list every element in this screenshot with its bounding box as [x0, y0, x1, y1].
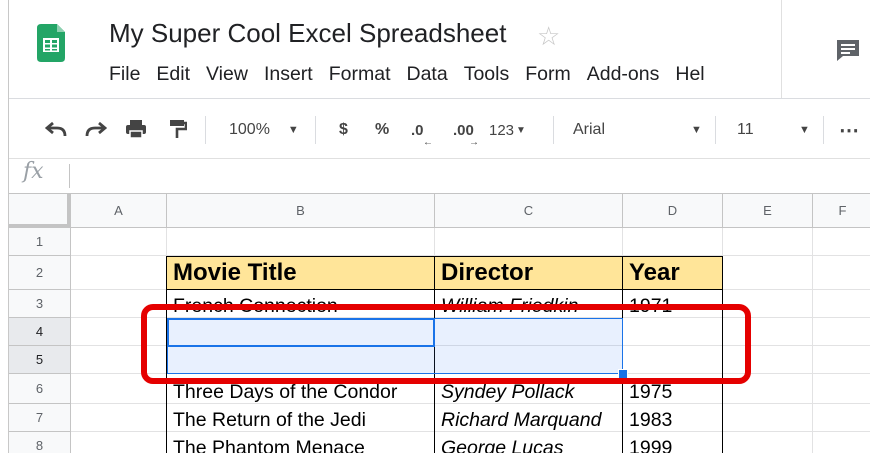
- redo-icon[interactable]: [85, 120, 107, 138]
- more-label: ⋯: [839, 119, 859, 142]
- menu-insert[interactable]: Insert: [264, 63, 313, 86]
- star-icon[interactable]: ☆: [537, 21, 560, 52]
- decrease-decimal-label: .0: [411, 121, 424, 139]
- table-header-cell[interactable]: Director: [434, 256, 623, 290]
- font-label: Arial: [573, 121, 606, 138]
- column-header-e[interactable]: E: [723, 194, 813, 228]
- chevron-down-icon[interactable]: ▼: [799, 112, 810, 148]
- row-header-6[interactable]: 6: [9, 374, 71, 404]
- column-header-c[interactable]: C: [435, 194, 623, 228]
- menu-format[interactable]: Format: [329, 63, 391, 86]
- format-currency-button[interactable]: $: [339, 112, 348, 148]
- currency-label: $: [339, 121, 348, 138]
- table-header-cell[interactable]: Year: [622, 256, 723, 290]
- table-header-cell[interactable]: Movie Title: [166, 256, 435, 290]
- menu-file[interactable]: File: [109, 63, 140, 86]
- number-format-select[interactable]: 123 ▼: [489, 112, 526, 148]
- font-size-select[interactable]: 11: [737, 112, 754, 148]
- row-header-3[interactable]: 3: [9, 290, 71, 318]
- toolbar-separator: [315, 116, 316, 144]
- row-header-2[interactable]: 2: [9, 256, 71, 290]
- highlight-annotation: [141, 304, 751, 384]
- toolbar-separator: [823, 116, 824, 144]
- formula-input[interactable]: [79, 163, 859, 189]
- arrow-left-icon: ←: [423, 137, 433, 148]
- table-cell[interactable]: 1999: [623, 432, 722, 453]
- toolbar-divider: [9, 158, 870, 159]
- chevron-down-icon[interactable]: ▼: [691, 112, 702, 148]
- grid-line: [812, 228, 813, 453]
- column-header-a[interactable]: A: [71, 194, 167, 228]
- menu-edit[interactable]: Edit: [156, 63, 190, 86]
- menu-addons[interactable]: Add-ons: [587, 63, 660, 86]
- comment-icon[interactable]: [835, 38, 861, 62]
- row-header-5[interactable]: 5: [9, 346, 71, 374]
- header-divider: [9, 98, 870, 99]
- zoom-value: 100%: [229, 121, 270, 138]
- menu-view[interactable]: View: [206, 63, 248, 86]
- more-icon[interactable]: ⋯: [839, 112, 859, 148]
- menu-tools[interactable]: Tools: [464, 63, 510, 86]
- undo-icon[interactable]: [45, 120, 67, 138]
- menu-data[interactable]: Data: [407, 63, 448, 86]
- paint-format-icon[interactable]: [167, 118, 187, 140]
- column-header-b[interactable]: B: [167, 194, 435, 228]
- row-header-8[interactable]: 8: [9, 432, 71, 453]
- menu-bar: File Edit View Insert Format Data Tools …: [109, 63, 721, 86]
- sheets-window: My Super Cool Excel Spreadsheet ☆ File E…: [8, 0, 870, 453]
- arrow-right-icon: →: [469, 137, 479, 148]
- fx-icon: fx: [23, 159, 44, 184]
- print-icon[interactable]: [125, 118, 147, 140]
- menu-help[interactable]: Hel: [675, 63, 704, 86]
- toolbar-separator: [553, 116, 554, 144]
- number-format-label: 123: [489, 121, 515, 139]
- column-header-d[interactable]: D: [623, 194, 723, 228]
- row-header-7[interactable]: 7: [9, 404, 71, 432]
- decrease-decimal-button[interactable]: .0: [411, 112, 424, 148]
- format-percent-button[interactable]: %: [375, 112, 389, 148]
- select-all-corner[interactable]: [9, 194, 71, 228]
- formula-separator: [69, 164, 70, 188]
- document-title[interactable]: My Super Cool Excel Spreadsheet: [109, 18, 506, 49]
- sheets-logo-icon[interactable]: [37, 24, 65, 76]
- row-header-4[interactable]: 4: [9, 318, 71, 346]
- zoom-select[interactable]: 100% ▼: [229, 112, 299, 148]
- toolbar-separator: [715, 116, 716, 144]
- column-header-f[interactable]: F: [813, 194, 870, 228]
- toolbar-separator: [205, 116, 206, 144]
- increase-decimal-label: .00: [453, 121, 474, 139]
- percent-label: %: [375, 121, 390, 138]
- chevron-down-icon: ▼: [287, 124, 299, 136]
- table-cell[interactable]: The Return of the Jedi: [167, 404, 434, 432]
- table-cell[interactable]: The Phantom Menace: [167, 432, 434, 453]
- font-select[interactable]: Arial: [573, 112, 605, 148]
- row-header-1[interactable]: 1: [9, 228, 71, 256]
- menu-form[interactable]: Form: [525, 63, 571, 86]
- table-cell[interactable]: 1983: [623, 404, 722, 432]
- font-size-label: 11: [737, 121, 754, 138]
- table-cell[interactable]: Richard Marquand: [435, 404, 622, 432]
- table-cell[interactable]: George Lucas: [435, 432, 622, 453]
- chevron-down-icon: ▼: [516, 124, 526, 136]
